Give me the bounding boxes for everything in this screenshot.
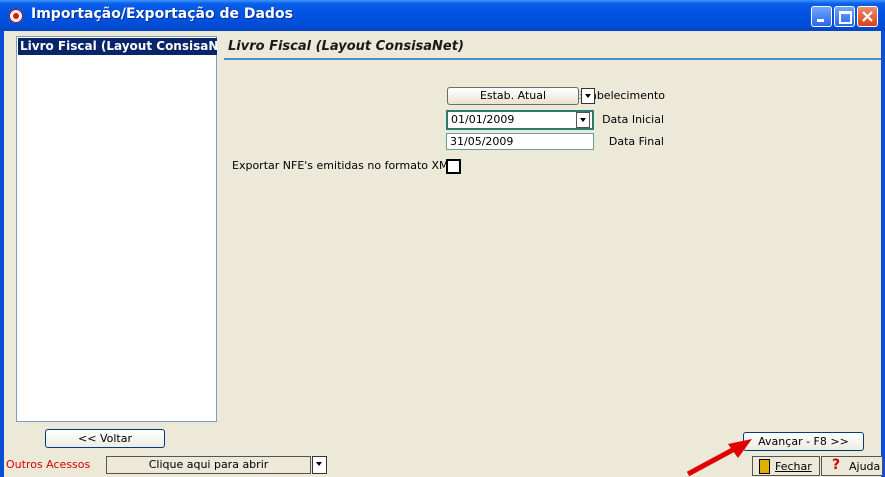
close-icon (862, 11, 873, 22)
estab-atual-button[interactable]: Estab. Atual (447, 87, 579, 105)
outros-acessos-label: Outros Acessos (6, 458, 91, 471)
data-final-field[interactable]: 31/05/2009 (446, 133, 594, 150)
list-item-livro-fiscal[interactable]: Livro Fiscal (Layout ConsisaNet) (18, 38, 217, 55)
voltar-button[interactable]: << Voltar (45, 429, 165, 448)
help-icon: ? (832, 457, 841, 473)
data-inicial-field[interactable]: 01/01/2009 (446, 110, 594, 130)
exportar-nfe-checkbox[interactable] (446, 159, 461, 174)
title-bar[interactable]: Importação/Exportação de Dados (0, 0, 885, 31)
maximize-button[interactable] (834, 6, 855, 27)
window-title: Importação/Exportação de Dados (31, 6, 293, 22)
outros-acessos-dropdown[interactable] (312, 456, 327, 474)
window-frame-right (881, 31, 885, 477)
door-icon (759, 459, 770, 474)
main-panel: Livro Fiscal (Layout ConsisaNet) Estabel… (220, 36, 881, 422)
exportar-nfe-label: Exportar NFE's emitidas no formato XML (232, 159, 455, 172)
annotation-arrow-icon (686, 439, 752, 477)
fechar-label: Fechar (775, 460, 812, 473)
app-icon (9, 9, 23, 23)
window-frame-left (0, 31, 4, 477)
ajuda-label: Ajuda (849, 460, 881, 473)
minimize-button[interactable] (811, 6, 832, 27)
section-heading: Livro Fiscal (Layout ConsisaNet) (228, 39, 464, 54)
data-final-label: Data Final (608, 135, 664, 148)
data-inicial-dropdown[interactable] (576, 112, 590, 128)
data-inicial-label: Data Inicial (602, 113, 664, 126)
main-window: Importação/Exportação de Dados Livro Fis… (0, 0, 885, 477)
heading-divider (224, 58, 881, 60)
estab-dropdown-button[interactable] (581, 88, 595, 104)
routine-list[interactable]: Livro Fiscal (Layout ConsisaNet) (16, 36, 217, 422)
outros-acessos-select[interactable]: Clique aqui para abrir (106, 456, 311, 474)
fechar-button[interactable]: Fechar (752, 456, 820, 476)
ajuda-button[interactable]: ? Ajuda (821, 456, 883, 476)
data-inicial-value: 01/01/2009 (451, 113, 515, 126)
close-button[interactable] (857, 6, 878, 27)
avancar-button[interactable]: Avançar - F8 >> (743, 432, 864, 451)
